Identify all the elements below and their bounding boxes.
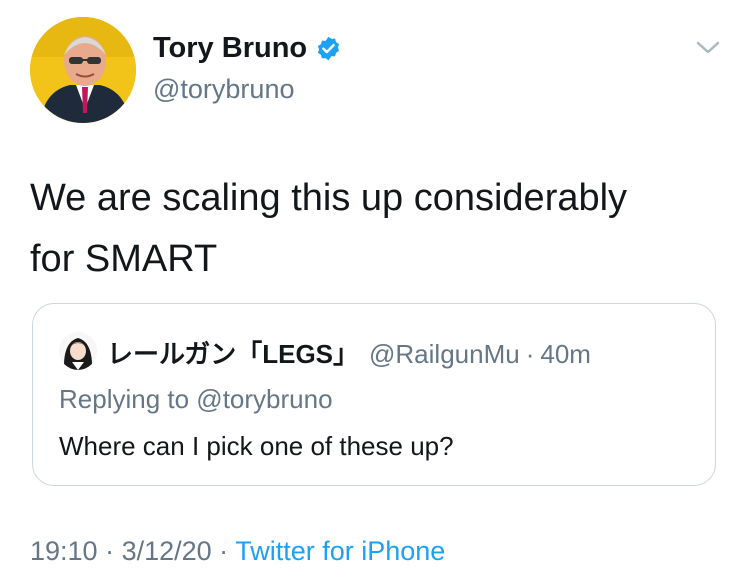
meta-separator: · [211,536,236,566]
chevron-down-icon[interactable] [695,38,721,58]
author-name-row[interactable]: Tory Bruno [153,32,342,65]
tweet-date[interactable]: 3/12/20 [122,536,212,566]
quoted-author-avatar[interactable] [59,332,97,370]
quoted-tweet-text: Where can I pick one of these up? [59,431,454,461]
replying-to: Replying to @torybruno [59,384,333,414]
tweet-text: We are scaling this up considerably for … [30,168,710,290]
quoted-header: レールガン「LEGS」 @RailgunMu · 40m [107,334,591,371]
meta-separator: · [97,536,122,566]
author-avatar[interactable] [30,17,136,123]
tweet-text-line: We are scaling this up considerably [30,177,628,219]
anime-avatar-icon [59,332,97,370]
author-name[interactable]: Tory Bruno [153,32,307,65]
verified-badge-icon [318,36,340,61]
author-handle[interactable]: @torybruno [153,74,294,105]
quoted-tweet-card[interactable]: レールガン「LEGS」 @RailgunMu · 40m Replying to… [32,303,716,486]
tweet-time[interactable]: 19:10 [30,536,98,566]
profile-photo-icon [30,17,136,123]
separator-dot: · [525,339,535,369]
quoted-author-name[interactable]: レールガン「LEGS」 [107,334,359,371]
tweet-meta: 19:10 · 3/12/20 · Twitter for iPhone [30,536,445,567]
tweet-text-line: for SMART [30,238,218,280]
quoted-author-handle[interactable]: @RailgunMu [369,339,520,370]
quoted-timestamp[interactable]: 40m [540,339,591,370]
tweet-source-link[interactable]: Twitter for iPhone [235,536,445,566]
